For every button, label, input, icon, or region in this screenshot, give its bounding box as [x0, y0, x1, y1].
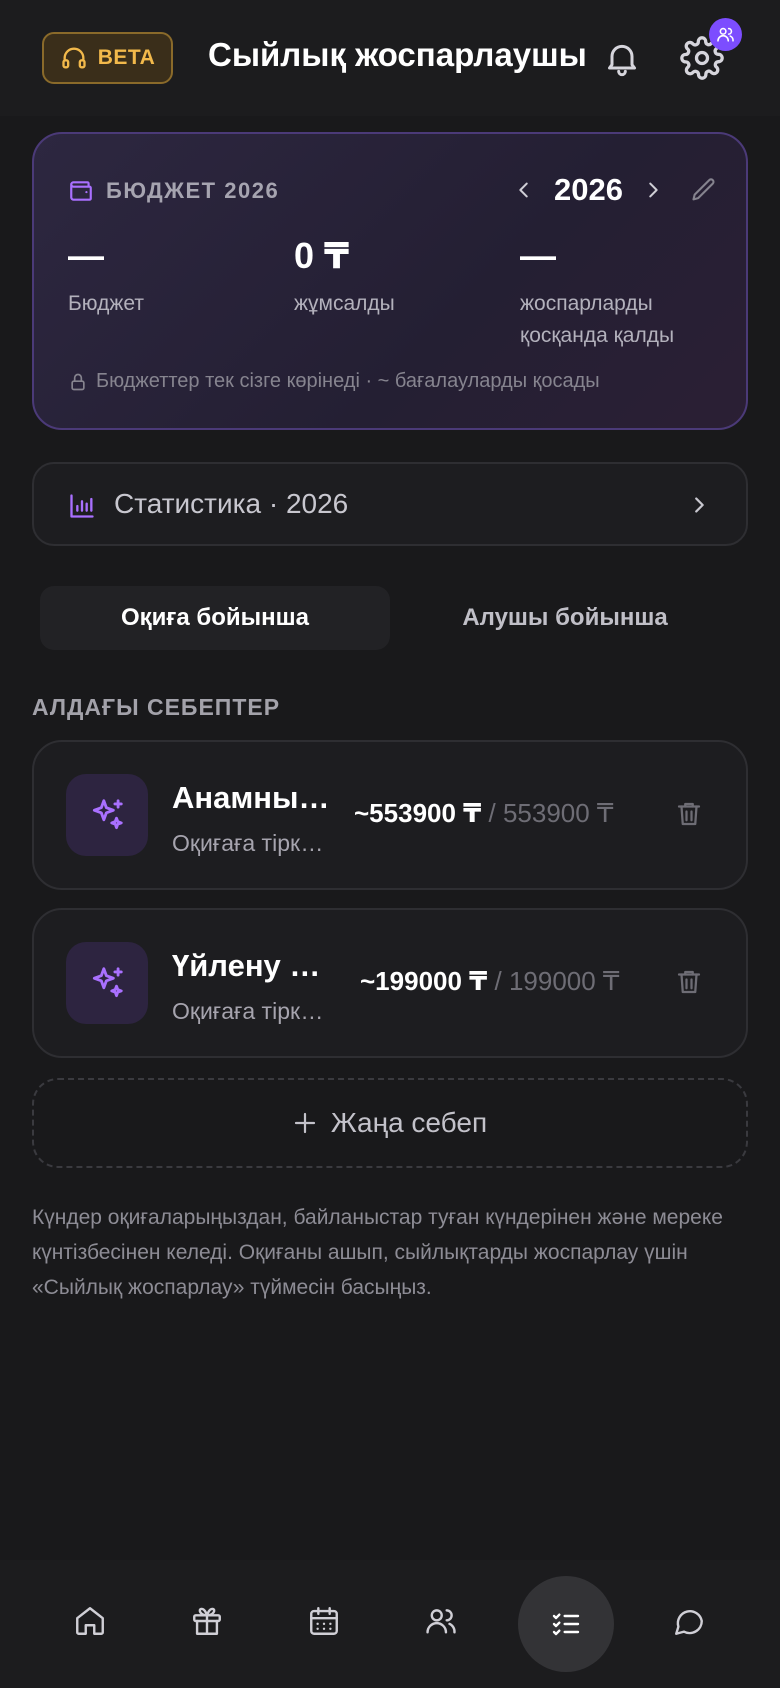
nav-calendar[interactable]	[307, 1604, 343, 1640]
nav-gifts[interactable]	[190, 1604, 226, 1640]
spent-stat: 0 ₸ жұмсалды	[294, 234, 494, 320]
info-text: Күндер оқиғаларыңыздан, байланыстар туға…	[32, 1206, 723, 1299]
year-selector: 2026	[508, 170, 669, 210]
sparkles-icon	[92, 799, 123, 830]
event-card[interactable]: Анамның туған күні Оқиғаға тіркелген ~55…	[32, 740, 748, 890]
amount-separator: /	[487, 966, 509, 996]
privacy-text: Бюджеттер тек сізге көрінеді · ~ бағалау…	[96, 370, 600, 392]
trash-icon[interactable]	[674, 798, 704, 830]
nav-planner[interactable]	[518, 1576, 614, 1672]
users-icon	[717, 27, 734, 42]
event-card[interactable]: Үйлену тойы Оқиғаға тіркелген ~199000 ₸ …	[32, 908, 748, 1058]
lock-icon	[71, 373, 85, 390]
event-icon-box	[66, 774, 148, 856]
section-title: АЛДАҒЫ СЕБЕПТЕР	[32, 694, 281, 720]
bar-chart-icon	[70, 494, 94, 518]
add-occasion-label: Жаңа себеп	[330, 1107, 488, 1138]
headset-icon	[62, 47, 86, 69]
gift-icon	[193, 1607, 221, 1635]
checklist-icon	[552, 1613, 580, 1636]
event-name: Анамның туған күні	[172, 780, 332, 815]
privacy-note: Бюджеттер тек сізге көрінеді · ~ бағалау…	[68, 370, 600, 393]
event-amount: ~199000 ₸ / 199000 ₸	[360, 966, 619, 997]
statistics-link[interactable]: Статистика · 2026	[32, 462, 748, 546]
remaining-stat: — жоспарларды қосқанда қалды	[520, 234, 720, 352]
bottom-nav	[0, 1560, 780, 1688]
current-year: 2026	[554, 172, 623, 207]
budget-value-label: Бюджет	[68, 292, 144, 315]
nav-home[interactable]	[73, 1604, 109, 1640]
tab-by-recipient[interactable]: Алушы бойынша	[390, 586, 740, 650]
contacts-icon	[426, 1609, 456, 1634]
beta-label: BETA	[97, 46, 156, 69]
plus-icon	[294, 1112, 315, 1134]
statistics-label: Статистика · 2026	[114, 488, 349, 519]
app-header: BETA Сыйлық жоспарлаушы	[0, 0, 780, 116]
event-subtitle: Оқиғаға тіркелген	[172, 830, 332, 856]
budget-stat: — Бюджет	[68, 234, 268, 320]
remaining-label: жоспарларды қосқанда қалды	[520, 292, 675, 347]
budget-card: БЮДЖЕТ 2026 2026 — Бюджет 0 ₸ жұмсалды —…	[32, 132, 748, 430]
sparkles-icon	[92, 967, 123, 998]
event-subtitle: Оқиғаға тіркелген	[172, 998, 332, 1024]
nav-chat[interactable]	[672, 1604, 708, 1640]
event-name: Үйлену тойы	[172, 948, 332, 983]
remaining-value: —	[520, 235, 556, 276]
budget-header: БЮДЖЕТ 2026	[68, 178, 279, 204]
shared-users-badge[interactable]	[709, 18, 742, 51]
event-estimate: ~553900 ₸	[354, 798, 482, 828]
event-amount: ~553900 ₸ / 553900 ₸	[354, 798, 613, 829]
spent-value: 0 ₸	[294, 235, 350, 276]
bell-icon[interactable]	[602, 36, 642, 80]
amount-separator: /	[481, 798, 503, 828]
event-total: 553900 ₸	[502, 798, 614, 828]
event-estimate: ~199000 ₸	[360, 966, 488, 996]
chevron-left-icon	[519, 182, 528, 198]
chat-icon	[675, 1609, 703, 1635]
calendar-icon	[310, 1607, 338, 1635]
event-total: 199000 ₸	[508, 966, 620, 996]
edit-budget-icon[interactable]	[690, 176, 718, 204]
trash-icon[interactable]	[674, 966, 704, 998]
tab-by-event[interactable]: Оқиға бойынша	[40, 586, 390, 650]
app-title: Сыйлық жоспарлаушы	[208, 36, 587, 73]
budget-label: БЮДЖЕТ 2026	[106, 178, 280, 203]
nav-contacts[interactable]	[424, 1604, 460, 1640]
home-icon	[76, 1607, 104, 1635]
next-year-button[interactable]	[637, 170, 669, 210]
chevron-right-icon	[695, 497, 704, 513]
wallet-icon	[70, 181, 92, 201]
budget-value: —	[68, 235, 104, 276]
beta-badge[interactable]: BETA	[42, 32, 173, 84]
prev-year-button[interactable]	[508, 170, 540, 210]
event-icon-box	[66, 942, 148, 1024]
chevron-right-icon	[649, 182, 658, 198]
add-occasion-button[interactable]: Жаңа себеп	[32, 1078, 748, 1168]
spent-label: жұмсалды	[294, 292, 395, 315]
